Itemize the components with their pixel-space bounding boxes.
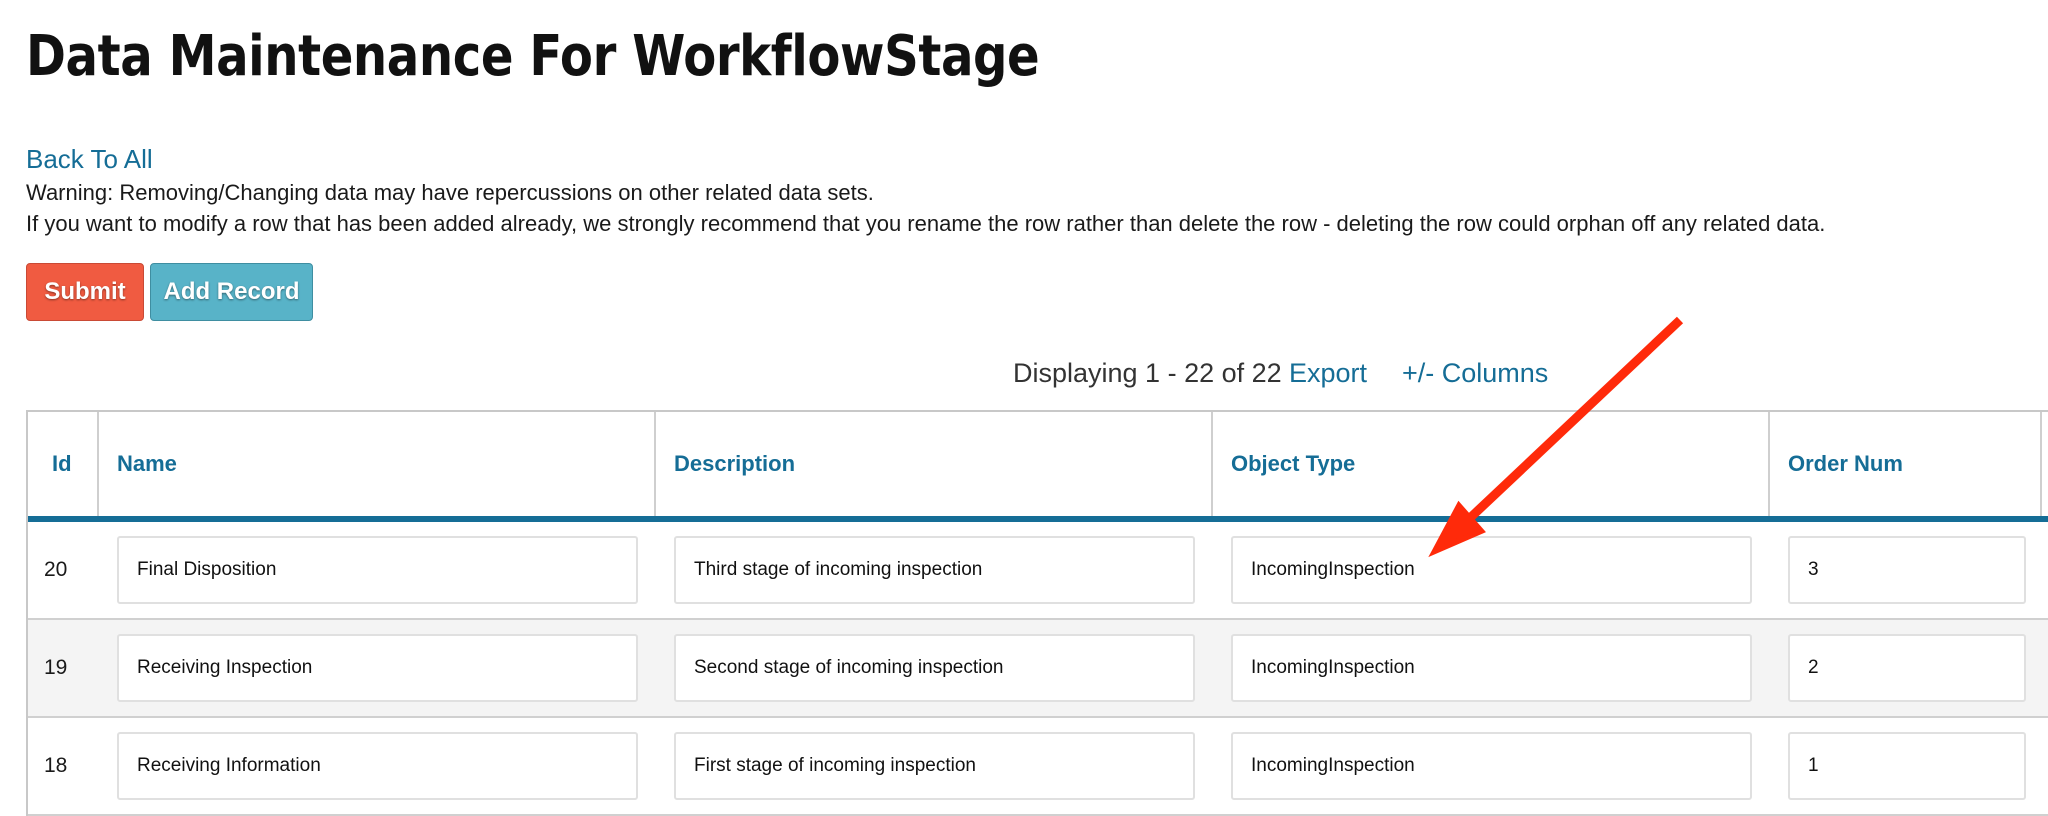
page-title: Data Maintenance For WorkflowStage xyxy=(26,24,1040,89)
table-row: 20 xyxy=(28,522,2048,620)
column-header-order-num[interactable]: Order Num xyxy=(1770,412,2042,516)
column-header-id[interactable]: Id xyxy=(28,412,99,516)
column-header-name[interactable]: Name xyxy=(99,412,656,516)
warning-text: Warning: Removing/Changing data may have… xyxy=(26,180,874,205)
description-input[interactable] xyxy=(674,634,1195,702)
object-type-input[interactable] xyxy=(1231,732,1752,800)
column-header-description[interactable]: Description xyxy=(656,412,1213,516)
data-table: Id Name Description Object Type Order Nu… xyxy=(26,410,2048,816)
row-id: 18 xyxy=(44,754,68,777)
description-input[interactable] xyxy=(674,732,1195,800)
export-link[interactable]: Export xyxy=(1289,358,1367,389)
table-row: 18 xyxy=(28,718,2048,816)
order-num-input[interactable] xyxy=(1788,536,2026,604)
name-input[interactable] xyxy=(117,536,638,604)
column-header-object-type[interactable]: Object Type xyxy=(1213,412,1770,516)
row-id: 19 xyxy=(44,656,68,679)
recommendation-text: If you want to modify a row that has bee… xyxy=(26,211,1826,236)
name-input[interactable] xyxy=(117,634,638,702)
name-input[interactable] xyxy=(117,732,638,800)
table-row: 19 xyxy=(28,620,2048,718)
toggle-columns-link[interactable]: +/- Columns xyxy=(1402,358,1548,389)
record-count: Displaying 1 - 22 of 22 xyxy=(1013,358,1282,388)
order-num-input[interactable] xyxy=(1788,634,2026,702)
object-type-input[interactable] xyxy=(1231,536,1752,604)
back-to-all-link[interactable]: Back To All xyxy=(26,144,153,175)
submit-button[interactable]: Submit xyxy=(26,263,144,321)
object-type-input[interactable] xyxy=(1231,634,1752,702)
table-header: Id Name Description Object Type Order Nu… xyxy=(28,412,2048,522)
add-record-button[interactable]: Add Record xyxy=(150,263,313,321)
order-num-input[interactable] xyxy=(1788,732,2026,800)
row-id: 20 xyxy=(44,558,68,581)
description-input[interactable] xyxy=(674,536,1195,604)
